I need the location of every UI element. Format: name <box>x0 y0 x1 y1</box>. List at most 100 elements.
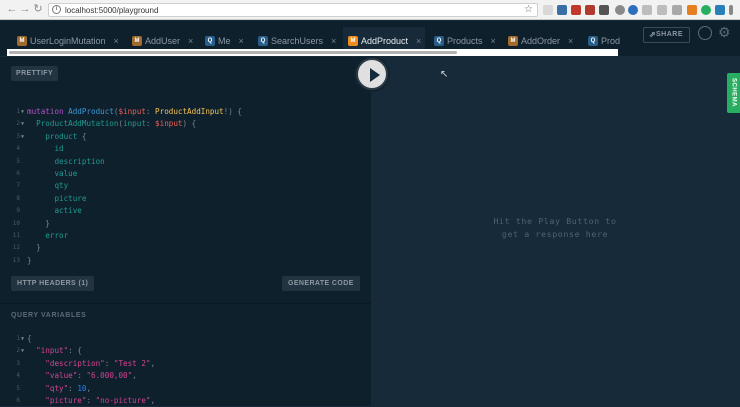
placeholder-line: get a response here <box>501 229 609 239</box>
code-token: active <box>54 206 82 216</box>
menu-icon[interactable] <box>729 5 733 15</box>
code-text: } <box>27 242 41 254</box>
close-icon[interactable]: × <box>331 36 336 46</box>
line-number: 12 <box>12 244 20 252</box>
variables-code[interactable]: 1 ▼{2 ▼ "input": {3 "description": "Test 2… <box>0 333 371 407</box>
history-icon[interactable] <box>698 26 712 40</box>
tab-label: UserLoginMutation <box>30 36 106 46</box>
extension-icon[interactable] <box>628 5 638 15</box>
code-token: mutation <box>27 107 69 116</box>
code-token: , <box>132 371 137 381</box>
operation-type-badge: M <box>348 36 358 46</box>
extension-icon[interactable] <box>657 5 667 15</box>
code-text: { <box>27 333 32 345</box>
settings-gear-icon[interactable]: ⚙ <box>718 24 731 40</box>
code-line: 4 "value": "6.000,00", <box>0 370 371 382</box>
code-token: : <box>145 107 156 116</box>
close-icon[interactable]: × <box>239 36 244 46</box>
code-line: 6 value <box>0 168 371 180</box>
close-icon[interactable]: × <box>491 36 496 46</box>
star-icon[interactable]: ☆ <box>524 4 533 16</box>
code-text: description <box>27 156 104 168</box>
operation-type-badge: M <box>508 36 518 46</box>
query-editor[interactable]: PRETTIFY 1 ▼ mutation AddProduct($input: P… <box>0 57 371 303</box>
code-token: : <box>68 383 78 393</box>
tab-label: Prod <box>601 36 621 46</box>
line-number: 2 <box>16 120 20 128</box>
code-token: "input" <box>36 346 69 356</box>
generate-code-button[interactable]: GENERATE CODE <box>282 276 360 291</box>
code-line: 13} <box>0 255 371 267</box>
operation-type-badge: M <box>132 36 142 46</box>
fold-arrow-icon[interactable]: ▼ <box>21 106 24 118</box>
forward-icon[interactable]: → <box>19 3 31 16</box>
back-icon[interactable]: ← <box>6 3 18 16</box>
schema-tab[interactable]: SCHEMA <box>727 73 740 113</box>
code-text: "qty": 10, <box>27 383 91 395</box>
fold-arrow-icon[interactable]: ▼ <box>21 118 24 130</box>
operation-type-badge: Q <box>205 36 215 46</box>
code-token: , <box>86 383 92 393</box>
extension-icon[interactable] <box>701 5 711 15</box>
extension-icon[interactable] <box>715 5 725 15</box>
code-token: "description" <box>45 358 105 368</box>
scrollbar-thumb[interactable] <box>9 51 457 54</box>
code-token: id <box>54 144 64 154</box>
extension-icon[interactable] <box>642 5 652 15</box>
close-icon[interactable]: × <box>568 36 573 46</box>
close-icon[interactable]: × <box>416 36 421 46</box>
code-line: 3 ▼ product { <box>0 131 371 143</box>
code-line: 12 } <box>0 242 371 254</box>
query-code[interactable]: 1 ▼ mutation AddProduct($input: ProductAdd… <box>0 106 371 267</box>
code-token: qty <box>54 181 69 191</box>
close-icon[interactable]: × <box>114 36 119 46</box>
code-token: value <box>54 168 78 178</box>
fold-arrow-icon[interactable]: ▼ <box>21 333 24 345</box>
line-number: 13 <box>12 256 20 264</box>
extension-icon[interactable] <box>571 5 581 15</box>
fold-arrow-icon[interactable]: ▼ <box>21 345 24 357</box>
extension-icon[interactable] <box>599 5 609 15</box>
code-token: } <box>27 243 41 253</box>
http-headers-button[interactable]: HTTP HEADERS (1) <box>11 276 95 291</box>
query-variables-title[interactable]: QUERY VARIABLES <box>11 312 86 319</box>
address-bar[interactable]: i localhost:5000/playground ☆ <box>48 3 538 17</box>
line-number: 1 <box>16 335 20 342</box>
info-icon[interactable]: i <box>52 5 61 14</box>
code-text: } <box>27 218 50 230</box>
code-line: 4 id <box>0 143 371 155</box>
extension-icon[interactable] <box>543 5 553 15</box>
code-token: : <box>104 358 114 368</box>
code-token: : { <box>68 346 82 356</box>
code-token: { <box>77 131 87 141</box>
code-token: product <box>45 131 78 141</box>
code-token: "Test 2" <box>113 358 151 368</box>
close-icon[interactable]: × <box>188 36 193 46</box>
fold-arrow-icon[interactable]: ▼ <box>21 131 24 143</box>
extension-icon[interactable] <box>585 5 595 15</box>
code-token: "no-picture" <box>95 395 151 405</box>
share-button[interactable]: ⇗ SHARE <box>643 27 690 43</box>
extension-icon[interactable] <box>672 5 682 15</box>
extension-icon[interactable] <box>615 5 625 15</box>
extension-icon[interactable] <box>557 5 567 15</box>
tabs-scrollbar[interactable] <box>7 49 618 56</box>
code-text: qty <box>27 180 68 192</box>
prettify-button[interactable]: PRETTIFY <box>11 66 59 81</box>
extension-icon[interactable] <box>687 5 697 15</box>
code-text: mutation AddProduct($input: ProductAddIn… <box>27 106 242 118</box>
code-line: 2 ▼ "input": { <box>0 345 371 357</box>
query-variables-panel[interactable]: QUERY VARIABLES 1 ▼{2 ▼ "input": {3 "descr… <box>0 303 371 406</box>
code-line: 9 active <box>0 205 371 217</box>
code-token: ) { <box>182 119 197 129</box>
reload-icon[interactable]: ↻ <box>32 3 44 16</box>
code-line: 6 "picture": "no-picture", <box>0 395 371 407</box>
play-button[interactable] <box>356 58 388 90</box>
line-number: 5 <box>16 384 20 392</box>
